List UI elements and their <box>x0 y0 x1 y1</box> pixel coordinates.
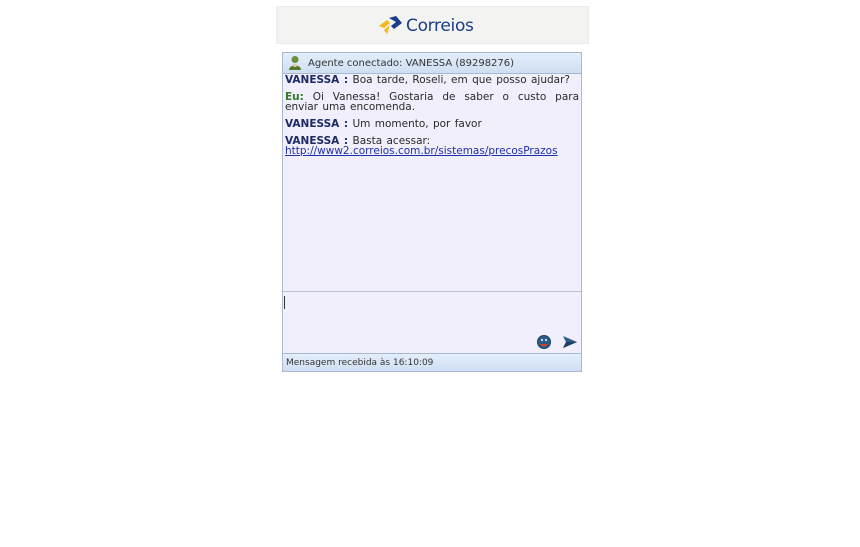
chat-message: VANESSA : Basta acessar: http://www2.cor… <box>285 136 579 157</box>
status-text: Mensagem recebida às 16:10:09 <box>286 357 434 368</box>
prices-deadlines-link[interactable]: http://www2.correios.com.br/sistemas/pre… <box>285 145 558 157</box>
chat-message: Eu: Oi Vanessa! Gostaria de saber o cust… <box>285 91 580 113</box>
chat-titlebar: Agente conectado: VANESSA (89298276) <box>283 53 581 74</box>
agent-user-icon <box>289 56 301 70</box>
message-author: VANESSA : <box>285 74 349 86</box>
message-author: VANESSA : <box>285 118 349 130</box>
message-input[interactable] <box>283 293 581 331</box>
agent-status: Agente conectado: VANESSA (89298276) <box>308 57 515 69</box>
text-caret <box>284 296 285 309</box>
message-text: Boa tarde, Roseli, em que posso ajudar? <box>352 74 570 86</box>
correios-logo-icon <box>379 16 402 34</box>
message-text: Oi Vanessa! Gostaria de saber o custo pa… <box>285 91 580 113</box>
send-icon[interactable] <box>562 334 578 350</box>
chat-message: VANESSA : Boa tarde, Roseli, em que poss… <box>285 74 579 86</box>
chat-window: Agente conectado: VANESSA (89298276) VAN… <box>282 52 582 372</box>
correios-logo: Correios <box>377 14 474 38</box>
status-bar: Mensagem recebida às 16:10:09 <box>283 354 581 371</box>
message-text: Um momento, por favor <box>352 118 482 130</box>
correios-logo-text: Correios <box>406 16 474 36</box>
correios-header: Correios <box>276 6 589 44</box>
chat-actions <box>283 331 581 354</box>
emoticon-icon[interactable] <box>536 334 552 350</box>
message-list: VANESSA : Boa tarde, Roseli, em que poss… <box>283 74 581 292</box>
chat-message: VANESSA : Um momento, por favor <box>285 118 579 130</box>
